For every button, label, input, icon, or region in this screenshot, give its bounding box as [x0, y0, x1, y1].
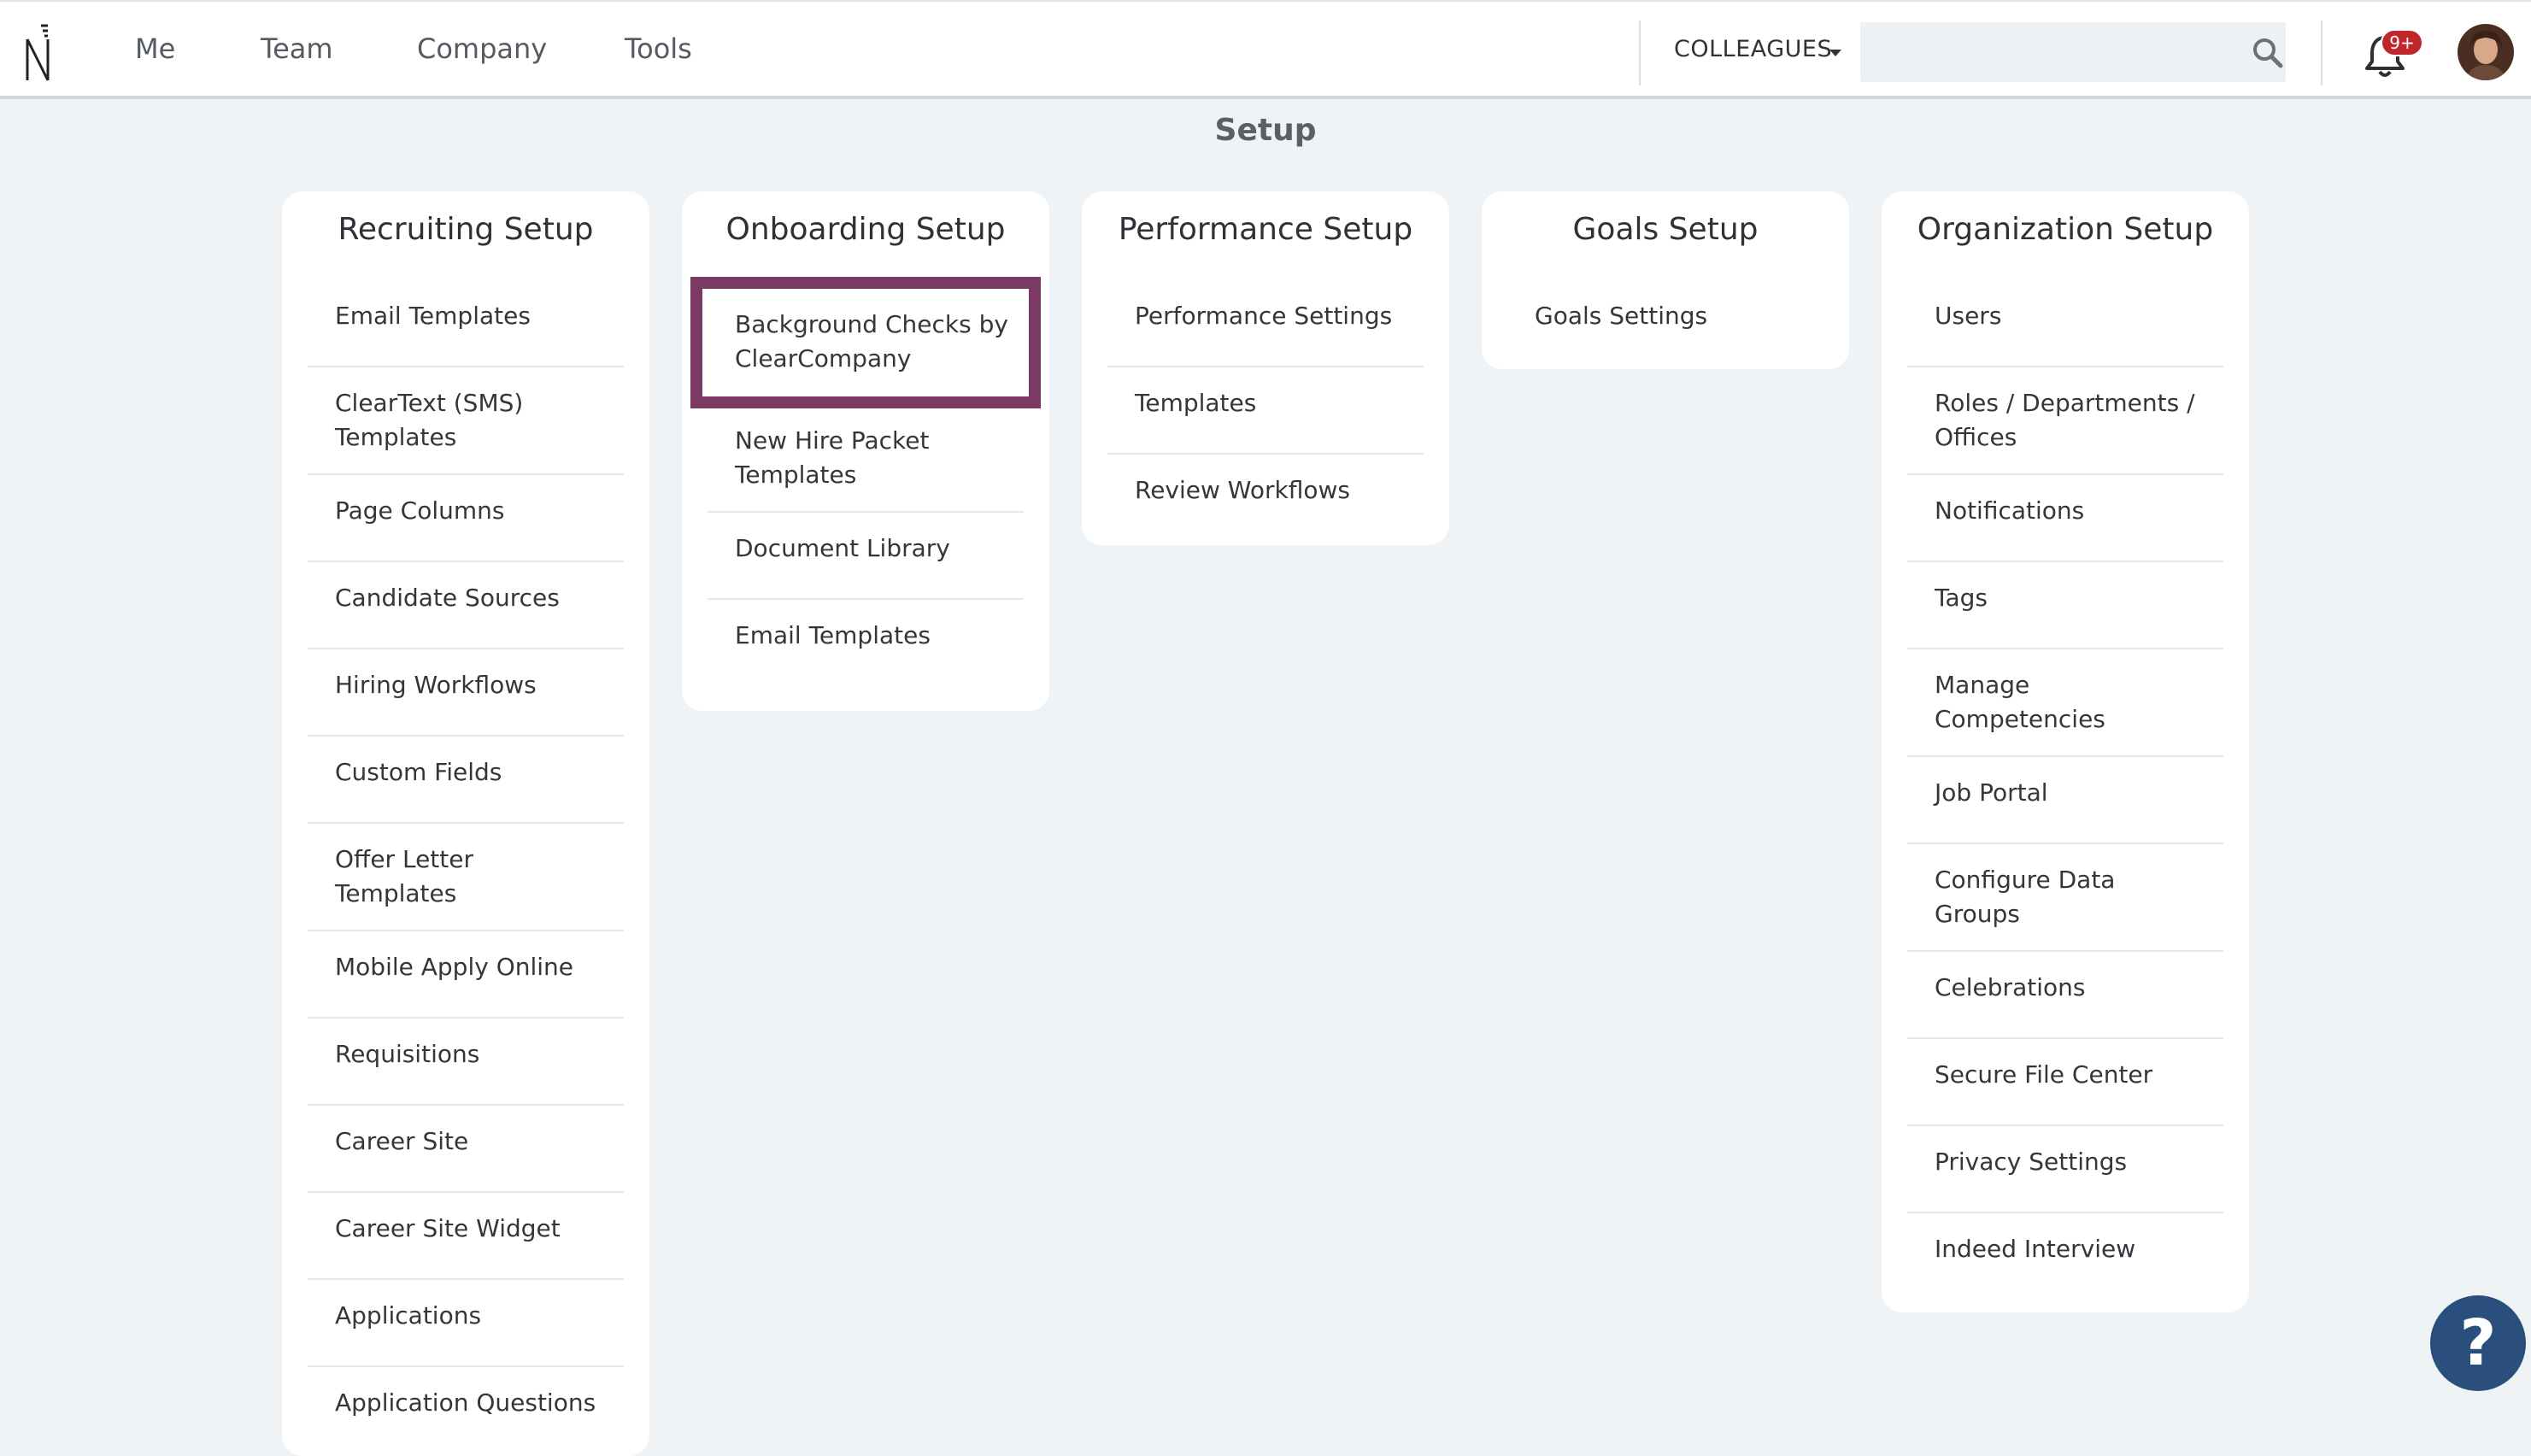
- list-item-highlighted[interactable]: Background Checks by ClearCompany: [690, 277, 1041, 408]
- list-item[interactable]: Users: [1907, 280, 2223, 367]
- list-item[interactable]: Document Library: [708, 513, 1024, 600]
- list-item[interactable]: Celebrations: [1907, 952, 2223, 1039]
- chevron-down-icon[interactable]: [1829, 50, 1841, 56]
- list-item[interactable]: Mobile Apply Online: [308, 931, 624, 1019]
- list-item[interactable]: Tags: [1907, 562, 2223, 649]
- list-item[interactable]: Goals Settings: [1507, 280, 1823, 367]
- logo-icon[interactable]: [22, 22, 56, 84]
- list-item[interactable]: Configure Data Groups: [1907, 844, 2223, 952]
- list-item[interactable]: Roles / Departments / Offices: [1907, 367, 2223, 475]
- list-item[interactable]: Notifications: [1907, 475, 2223, 562]
- help-icon[interactable]: ?: [2430, 1295, 2526, 1391]
- list-item[interactable]: Career Site: [308, 1106, 624, 1193]
- list-item[interactable]: ClearText (SMS) Templates: [308, 367, 624, 475]
- nav-team[interactable]: Team: [261, 32, 333, 65]
- list-item[interactable]: Candidate Sources: [308, 562, 624, 649]
- list-item[interactable]: New Hire Packet Templates: [708, 405, 1024, 513]
- card-title: Onboarding Setup: [725, 212, 1006, 247]
- list-item[interactable]: Email Templates: [708, 600, 1024, 687]
- card-title: Goals Setup: [1572, 212, 1759, 247]
- colleagues-dropdown[interactable]: COLLEAGUES: [1674, 36, 1832, 62]
- divider: [2321, 21, 2323, 85]
- list-item[interactable]: Indeed Interview: [1907, 1213, 2223, 1300]
- list-item[interactable]: Templates: [1107, 367, 1424, 455]
- top-navigation-bar: Me Team Company Tools COLLEAGUES 9+: [0, 0, 2531, 99]
- notification-badge: 9+: [2381, 29, 2423, 56]
- list-item[interactable]: Hiring Workflows: [308, 649, 624, 737]
- list-item[interactable]: Application Questions: [308, 1367, 624, 1454]
- search-input[interactable]: [1860, 22, 2286, 82]
- nav-tools[interactable]: Tools: [625, 32, 692, 65]
- avatar[interactable]: [2458, 24, 2514, 80]
- nav-me[interactable]: Me: [135, 32, 175, 65]
- list-item[interactable]: Performance Settings: [1107, 280, 1424, 367]
- card-title: Recruiting Setup: [338, 212, 594, 247]
- list-item[interactable]: Requisitions: [308, 1019, 624, 1106]
- list-item[interactable]: Offer Letter Templates: [308, 824, 624, 931]
- list-item[interactable]: Custom Fields: [308, 737, 624, 824]
- card-title: Performance Setup: [1118, 212, 1413, 247]
- list-item[interactable]: Page Columns: [308, 475, 624, 562]
- goals-setup-card: Goals Setup Goals Settings: [1482, 191, 1849, 369]
- list-item[interactable]: Job Portal: [1907, 757, 2223, 844]
- recruiting-setup-card: Recruiting Setup Email Templates ClearTe…: [282, 191, 649, 1456]
- list-item[interactable]: Career Site Widget: [308, 1193, 624, 1280]
- search-icon[interactable]: [2251, 36, 2285, 70]
- list-item[interactable]: Applications: [308, 1280, 624, 1367]
- organization-setup-card: Organization Setup Users Roles / Departm…: [1882, 191, 2249, 1312]
- list-item[interactable]: Review Workflows: [1107, 455, 1424, 542]
- divider: [1639, 21, 1641, 85]
- list-item[interactable]: Secure File Center: [1907, 1039, 2223, 1126]
- card-title: Organization Setup: [1917, 212, 2214, 247]
- list-item[interactable]: Manage Competencies: [1907, 649, 2223, 757]
- onboarding-setup-card: Onboarding Setup Background Checks by Cl…: [682, 191, 1049, 711]
- page-title: Setup: [1214, 113, 1317, 148]
- list-item[interactable]: Privacy Settings: [1907, 1126, 2223, 1213]
- performance-setup-card: Performance Setup Performance Settings T…: [1082, 191, 1449, 545]
- nav-company[interactable]: Company: [417, 32, 547, 65]
- list-item[interactable]: Email Templates: [308, 280, 624, 367]
